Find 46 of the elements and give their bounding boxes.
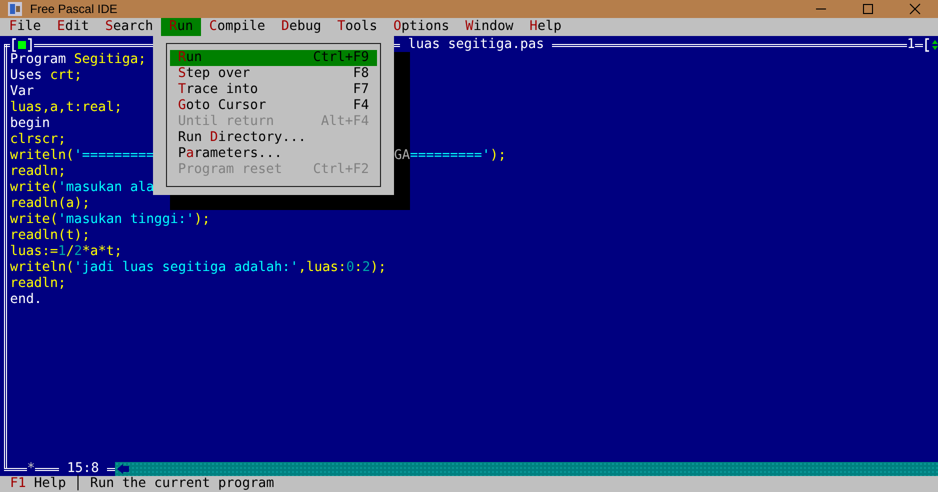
menu-item[interactable]: File [1,18,50,36]
code-line: readln; [10,164,66,179]
menu-item[interactable]: Goto Cursor F4 [170,98,377,114]
menu-item[interactable]: Run [161,18,202,36]
zoom-icon[interactable] [923,37,938,53]
code-line: luas,a,t:real; [10,100,122,115]
code-line: readln(t); [10,228,90,243]
code-line: end. [10,292,42,307]
menu-item[interactable]: Window [457,18,522,36]
code-line: GA========='); [394,148,506,164]
code-line: readln; [10,276,66,291]
menu-item[interactable]: Pa rameters... [170,146,377,162]
window-number: 1 [906,37,915,53]
modified-mark: * [27,461,35,476]
menu-item[interactable]: Debug [273,18,330,36]
scroll-left-icon[interactable] [115,462,132,476]
menu-item[interactable]: Options [385,18,458,36]
code-line: writeln('========= [10,148,154,163]
menu-item[interactable]: Run Ctrl+F9 [170,50,377,66]
code-line: write('masukan ala [10,180,154,195]
menu-item[interactable]: Run Directory... [170,130,377,146]
menu-item[interactable]: Step over F8 [170,66,377,82]
menu-item[interactable]: Tools [329,18,386,36]
cursor-position: 15:8 [66,461,100,476]
close-box[interactable] [10,37,34,53]
code-line: write('masukan tinggi:'); [10,212,210,227]
help-hint: F1 Help [10,476,66,492]
window-title: Free Pascal IDE [30,1,118,18]
menu-item[interactable]: Trace into F7 [170,82,377,98]
app-icon [8,2,22,16]
menu-item[interactable]: Help [521,18,570,36]
menu-item[interactable]: Edit [49,18,98,36]
code-line: begin [10,116,50,131]
menu-item[interactable]: Search [97,18,162,36]
code-line: writeln('jadi luas segitiga adalah:',luas:0:2); [10,260,386,275]
code-line: luas:=1/2*a*t; [10,244,122,259]
code-line: readln(a); [10,196,90,211]
horizontal-scrollbar[interactable] [115,462,938,476]
code-line: clrscr; [10,132,66,147]
status-hint: Run the current program [90,476,274,492]
menu-item[interactable]: Compile [201,18,274,36]
separator: │ [74,476,82,492]
code-line: Uses crt; [10,68,82,83]
file-title: luas segitiga.pas [407,37,546,53]
code-line: Program Segitiga; [10,52,146,67]
code-line: Var [10,84,34,99]
